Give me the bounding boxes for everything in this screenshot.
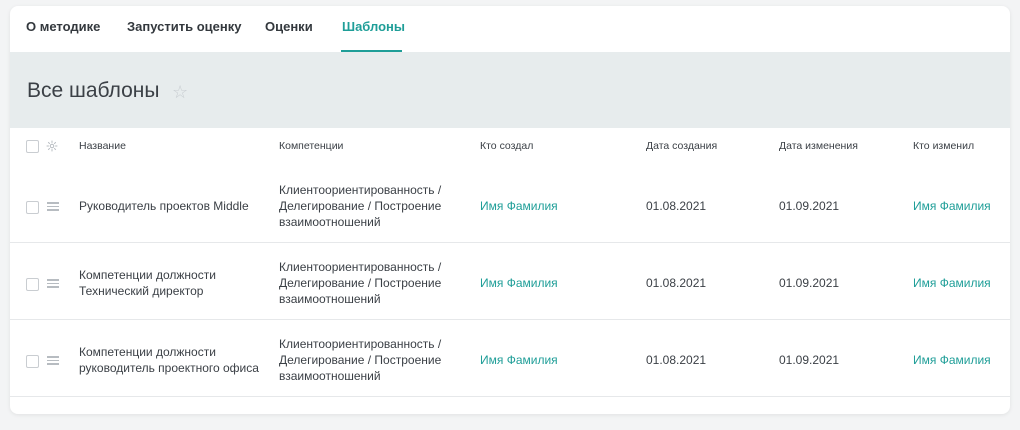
page-header: Все шаблоны ☆ bbox=[10, 52, 1010, 128]
tab-bar: О методике Запустить оценку Оценки Шабло… bbox=[10, 6, 1010, 52]
created-by-link[interactable]: Имя Фамилия bbox=[480, 352, 558, 368]
modified-by-link[interactable]: Имя Фамилия bbox=[913, 198, 991, 214]
column-header-modified-at[interactable]: Дата изменения bbox=[779, 140, 858, 152]
template-competencies: Клиентоориентированность / Делегирование… bbox=[279, 337, 442, 383]
drag-handle-icon[interactable] bbox=[47, 356, 59, 365]
modified-at: 01.09.2021 bbox=[779, 199, 840, 213]
template-name[interactable]: Компетенции должности Технический директ… bbox=[79, 267, 269, 299]
row-checkbox[interactable] bbox=[26, 278, 39, 291]
column-header-name[interactable]: Название bbox=[79, 140, 126, 152]
modified-at: 01.09.2021 bbox=[779, 353, 840, 367]
star-outline-icon[interactable]: ☆ bbox=[172, 83, 188, 101]
created-at: 01.08.2021 bbox=[646, 353, 707, 367]
gear-icon[interactable] bbox=[46, 140, 58, 152]
created-at: 01.08.2021 bbox=[646, 276, 707, 290]
tab-assessments[interactable]: Оценки bbox=[265, 19, 313, 34]
template-name[interactable]: Руководитель проектов Middle bbox=[79, 198, 269, 214]
created-at: 01.08.2021 bbox=[646, 199, 707, 213]
column-header-competencies[interactable]: Компетенции bbox=[279, 140, 343, 152]
table-row[interactable]: Компетенции должности руководитель проек… bbox=[10, 320, 1010, 397]
tab-templates[interactable]: Шаблоны bbox=[342, 19, 405, 34]
table-row[interactable]: Компетенции должности Технический директ… bbox=[10, 243, 1010, 320]
drag-handle-icon[interactable] bbox=[47, 279, 59, 288]
tab-start-assessment[interactable]: Запустить оценку bbox=[127, 19, 241, 34]
template-competencies: Клиентоориентированность / Делегирование… bbox=[279, 183, 442, 229]
modified-at: 01.09.2021 bbox=[779, 276, 840, 290]
drag-handle-icon[interactable] bbox=[47, 202, 59, 211]
template-name[interactable]: Компетенции должности руководитель проек… bbox=[79, 344, 274, 376]
created-by-link[interactable]: Имя Фамилия bbox=[480, 275, 558, 291]
column-header-created-at[interactable]: Дата создания bbox=[646, 140, 717, 152]
created-by-link[interactable]: Имя Фамилия bbox=[480, 198, 558, 214]
templates-card: О методике Запустить оценку Оценки Шабло… bbox=[10, 6, 1010, 414]
template-competencies: Клиентоориентированность / Делегирование… bbox=[279, 260, 442, 306]
page-title: Все шаблоны bbox=[27, 79, 160, 102]
modified-by-link[interactable]: Имя Фамилия bbox=[913, 352, 991, 368]
column-header-modified-by[interactable]: Кто изменил bbox=[913, 140, 974, 152]
column-header-created-by[interactable]: Кто создал bbox=[480, 140, 533, 152]
tab-about-method[interactable]: О методике bbox=[26, 19, 100, 34]
table-row[interactable]: Руководитель проектов Middle Клиентоорие… bbox=[10, 166, 1010, 243]
row-checkbox[interactable] bbox=[26, 355, 39, 368]
select-all-checkbox[interactable] bbox=[26, 140, 39, 153]
row-checkbox[interactable] bbox=[26, 201, 39, 214]
modified-by-link[interactable]: Имя Фамилия bbox=[913, 275, 991, 291]
